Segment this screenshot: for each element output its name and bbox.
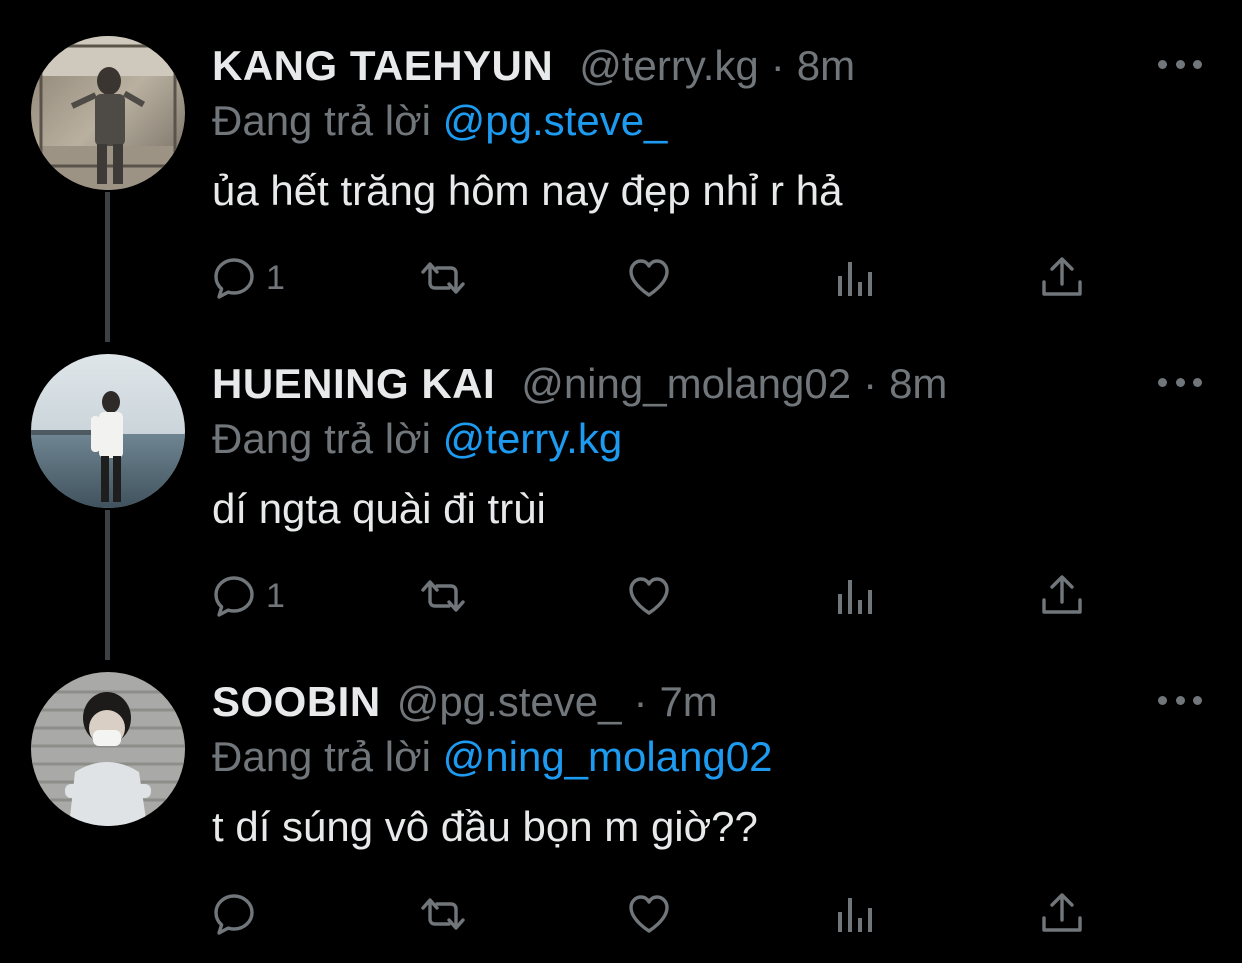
tweet-text: dí ngta quài đi trùi [212, 485, 546, 532]
bar-chart-icon [834, 254, 882, 302]
retweet-button[interactable] [415, 886, 471, 942]
user-handle[interactable]: @pg.steve_ [397, 676, 622, 728]
share-icon [1038, 572, 1086, 620]
dot-icon [1193, 695, 1202, 705]
like-button[interactable] [625, 568, 673, 624]
tweet[interactable]: SOOBIN @pg.steve_ · 7m Đang trả lời @nin… [0, 636, 1242, 954]
share-icon [1038, 254, 1086, 302]
tweet-actions: 1 [210, 250, 1090, 306]
timestamp[interactable]: 8m [797, 40, 855, 92]
bar-chart-icon [834, 890, 882, 938]
share-button[interactable] [1038, 886, 1086, 942]
replying-to: Đang trả lời @ning_molang02 [212, 731, 773, 783]
timestamp[interactable]: 7m [659, 676, 717, 728]
separator-dot: · [770, 42, 785, 89]
reply-icon [210, 572, 258, 620]
replying-to-mention[interactable]: @pg.steve_ [443, 97, 668, 144]
reply-button[interactable]: 1 [210, 568, 285, 624]
retweet-button[interactable] [415, 250, 471, 306]
tweet[interactable]: HUENING KAI @ning_molang02 · 8m Đang trả… [0, 318, 1242, 636]
user-handle[interactable]: @terry.kg [579, 40, 759, 92]
replying-to-label: Đang trả lời [212, 733, 431, 780]
tweet-actions [210, 886, 1090, 942]
heart-icon [625, 254, 673, 302]
views-button[interactable] [834, 886, 882, 942]
display-name[interactable]: HUENING KAI [212, 358, 495, 410]
tweet[interactable]: KANG TAEHYUN @terry.kg · 8m Đang trả lời… [0, 0, 1242, 318]
more-options-icon[interactable] [1158, 54, 1202, 74]
display-name[interactable]: KANG TAEHYUN [212, 40, 553, 92]
dot-icon [1175, 695, 1185, 705]
dot-icon [1193, 377, 1202, 387]
dot-icon [1158, 377, 1167, 387]
heart-icon [625, 572, 673, 620]
more-options-icon[interactable] [1158, 690, 1202, 710]
share-button[interactable] [1038, 568, 1086, 624]
dot-icon [1175, 59, 1185, 69]
user-handle[interactable]: @ning_molang02 [521, 358, 851, 410]
views-button[interactable] [834, 568, 882, 624]
replying-to-label: Đang trả lời [212, 97, 431, 144]
retweet-icon [415, 890, 471, 938]
tweet-header: HUENING KAI @ning_molang02 · 8m [212, 358, 947, 410]
avatar[interactable] [31, 672, 185, 826]
dot-icon [1175, 377, 1185, 387]
retweet-icon [415, 254, 471, 302]
dot-icon [1158, 695, 1167, 705]
share-icon [1038, 890, 1086, 938]
more-options-icon[interactable] [1158, 372, 1202, 392]
avatar[interactable] [31, 36, 185, 190]
tweet-header: KANG TAEHYUN @terry.kg · 8m [212, 40, 855, 92]
views-button[interactable] [834, 250, 882, 306]
replying-to: Đang trả lời @pg.steve_ [212, 95, 667, 147]
replying-to-mention[interactable]: @ning_molang02 [443, 733, 773, 780]
heart-icon [625, 890, 673, 938]
separator-dot: · [633, 678, 648, 725]
like-button[interactable] [625, 250, 673, 306]
reply-icon [210, 254, 258, 302]
dot-icon [1158, 59, 1167, 69]
display-name[interactable]: SOOBIN [212, 676, 381, 728]
timestamp[interactable]: 8m [889, 358, 947, 410]
reply-button[interactable]: 1 [210, 250, 285, 306]
reply-count: 1 [266, 259, 285, 297]
share-button[interactable] [1038, 250, 1086, 306]
avatar[interactable] [31, 354, 185, 508]
reply-button[interactable] [210, 886, 258, 942]
retweet-button[interactable] [415, 568, 471, 624]
bar-chart-icon [834, 572, 882, 620]
separator-dot: · [863, 360, 878, 407]
dot-icon [1193, 59, 1202, 69]
tweet-text: t dí súng vô đầu bọn m giờ?? [212, 803, 758, 850]
replying-to-mention[interactable]: @terry.kg [443, 415, 623, 462]
like-button[interactable] [625, 886, 673, 942]
tweet-actions: 1 [210, 568, 1090, 624]
replying-to-label: Đang trả lời [212, 415, 431, 462]
reply-thread: KANG TAEHYUN @terry.kg · 8m Đang trả lời… [0, 0, 1242, 963]
retweet-icon [415, 572, 471, 620]
reply-count: 1 [266, 577, 285, 615]
reply-icon [210, 890, 258, 938]
tweet-text: ủa hết trăng hôm nay đẹp nhỉ r hả [212, 167, 843, 214]
tweet-header: SOOBIN @pg.steve_ · 7m [212, 676, 718, 728]
replying-to: Đang trả lời @terry.kg [212, 413, 622, 465]
